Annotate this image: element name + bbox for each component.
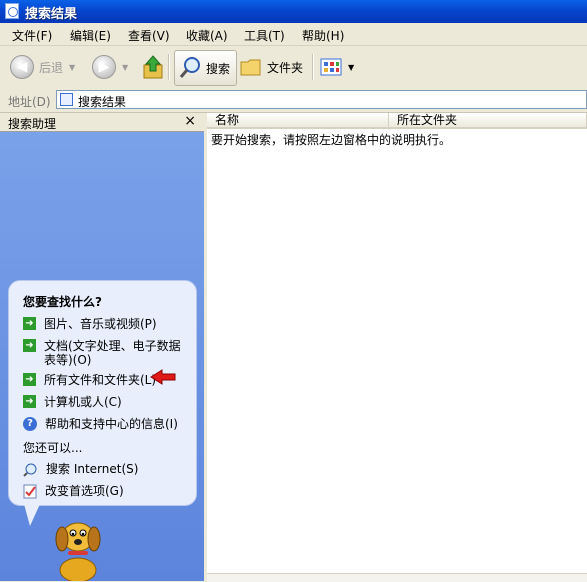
option-label: 文档(文字处理、电子数据表等)(O) <box>44 339 181 367</box>
option-label: 计算机或人(C) <box>44 395 122 409</box>
menu-help[interactable]: 帮助(H) <box>302 27 344 44</box>
option-label: 图片、音乐或视频(P) <box>44 317 157 331</box>
magnifier-icon <box>179 57 200 78</box>
option-help-center[interactable]: ? 帮助和支持中心的信息(I) <box>23 417 185 431</box>
address-bar: 地址(D) 搜索结果 <box>0 88 587 113</box>
assistant-bubble: 您要查找什么? ➜ 图片、音乐或视频(P) ➜ 文档(文字处理、电子数据表等)(… <box>8 280 197 506</box>
back-dropdown-icon[interactable]: ▼ <box>69 63 75 72</box>
option-label: 改变首选项(G) <box>45 484 124 498</box>
folders-label: 文件夹 <box>267 60 304 75</box>
change-preferences-link[interactable]: 改变首选项(G) <box>23 484 185 499</box>
assistant-header: 搜索助理 × <box>0 113 204 132</box>
option-label: 帮助和支持中心的信息(I) <box>45 417 178 431</box>
address-field[interactable]: 搜索结果 <box>56 90 587 109</box>
search-instruction-text: 要开始搜索，请按照左边窗格中的说明执行。 <box>211 133 452 147</box>
green-arrow-icon: ➜ <box>23 395 36 408</box>
forward-arrow-icon: ▶ <box>92 55 116 79</box>
also-text: 您还可以... <box>23 441 83 455</box>
search-window-icon <box>5 3 19 19</box>
close-icon[interactable]: × <box>184 113 196 129</box>
menu-bar: 文件(F) 编辑(E) 查看(V) 收藏(A) 工具(T) 帮助(H) <box>0 23 587 46</box>
search-assistant-pane: 搜索助理 × 您要查找什么? ➜ 图片、音乐或视频(P) ➜ 文档(文字处理、电… <box>0 113 204 581</box>
folders-button[interactable]: 文件夹 <box>240 51 303 83</box>
bubble-tail <box>24 504 40 526</box>
green-arrow-icon: ➜ <box>23 339 36 352</box>
back-label: 后退 <box>39 60 64 75</box>
also-label: 您还可以... <box>23 439 82 456</box>
preferences-check-icon <box>23 484 37 499</box>
menu-view[interactable]: 查看(V) <box>128 27 170 44</box>
red-pointer-arrow-icon <box>150 369 176 385</box>
green-arrow-icon: ➜ <box>23 317 36 330</box>
column-folder-label: 所在文件夹 <box>397 113 458 127</box>
assistant-title: 搜索助理 <box>8 117 57 131</box>
forward-dropdown-icon[interactable]: ▼ <box>122 63 128 72</box>
window-title: 搜索结果 <box>25 7 78 22</box>
option-computers[interactable]: ➜ 计算机或人(C) <box>23 395 184 409</box>
back-button[interactable]: ◀ 后退 ▼ <box>10 51 75 83</box>
option-documents[interactable]: ➜ 文档(文字处理、电子数据表等)(O) <box>23 339 184 367</box>
help-icon: ? <box>23 417 37 431</box>
up-folder-button[interactable] <box>142 51 164 83</box>
column-header-name[interactable]: 名称 <box>207 113 389 129</box>
views-button[interactable]: ▼ <box>320 51 354 83</box>
rover-dog-icon[interactable] <box>48 515 112 581</box>
green-arrow-icon: ➜ <box>23 373 36 386</box>
title-bar: 搜索结果 <box>0 0 587 23</box>
folder-icon <box>240 59 261 76</box>
menu-file[interactable]: 文件(F) <box>12 27 52 44</box>
forward-button[interactable]: ▶ ▼ <box>92 51 128 83</box>
views-grid-icon <box>320 58 342 76</box>
question-title: 您要查找什么? <box>23 295 102 309</box>
toolbar: ◀ 后退 ▼ ▶ ▼ 搜索 文件夹 ▼ <box>0 46 587 89</box>
search-results-icon <box>60 93 73 106</box>
search-button[interactable]: 搜索 <box>174 50 238 86</box>
address-label: 地址(D) <box>8 95 51 109</box>
menu-edit[interactable]: 编辑(E) <box>70 27 111 44</box>
views-dropdown-icon[interactable]: ▼ <box>348 63 354 72</box>
menu-favorites[interactable]: 收藏(A) <box>186 27 228 44</box>
search-internet-link[interactable]: 搜索 Internet(S) <box>23 462 186 477</box>
column-name-label: 名称 <box>215 113 240 127</box>
search-label: 搜索 <box>206 61 231 76</box>
address-value: 搜索结果 <box>78 95 127 109</box>
option-pictures[interactable]: ➜ 图片、音乐或视频(P) <box>23 317 184 331</box>
search-internet-icon <box>23 463 37 477</box>
option-label: 搜索 Internet(S) <box>46 462 139 476</box>
up-folder-icon <box>143 55 163 79</box>
column-header-folder[interactable]: 所在文件夹 <box>389 113 587 129</box>
back-arrow-icon: ◀ <box>10 55 34 79</box>
results-pane: 名称 所在文件夹 要开始搜索，请按照左边窗格中的说明执行。 <box>207 113 587 581</box>
menu-tools[interactable]: 工具(T) <box>244 27 285 44</box>
